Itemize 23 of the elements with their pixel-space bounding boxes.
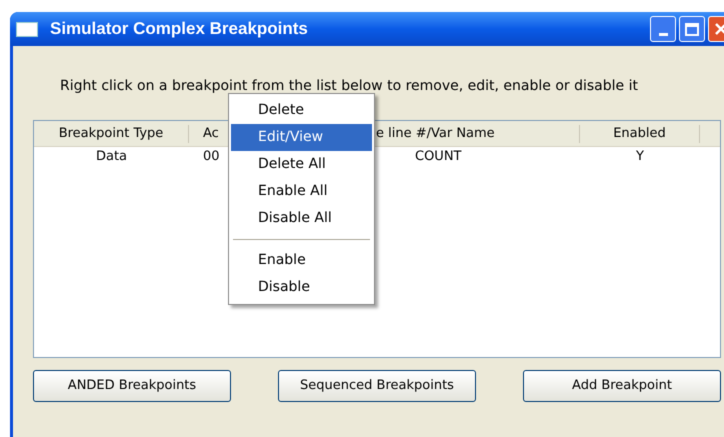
column-header[interactable]: Enabled bbox=[613, 126, 666, 140]
menu-item[interactable]: Enable All bbox=[231, 178, 372, 205]
maximize-button[interactable] bbox=[679, 16, 705, 42]
column-header[interactable]: Ac bbox=[203, 126, 219, 140]
dialog-button[interactable]: ANDED Breakpoints bbox=[33, 370, 231, 402]
column-header[interactable]: Breakpoint Type bbox=[58, 126, 164, 140]
table-cell: 00 bbox=[203, 149, 220, 164]
window-title: Simulator Complex Breakpoints bbox=[50, 18, 308, 40]
close-icon bbox=[714, 22, 724, 36]
table-cell: COUNT bbox=[415, 149, 462, 164]
menu-item[interactable]: Disable All bbox=[231, 205, 372, 232]
menu-item[interactable]: Delete All bbox=[231, 151, 372, 178]
menu-item[interactable]: Enable bbox=[231, 247, 372, 274]
instruction-text: Right click on a breakpoint from the list below to remove, edit, enable or disable it bbox=[59, 77, 639, 96]
table-cell: Y bbox=[636, 149, 644, 164]
table-cell: Data bbox=[96, 149, 128, 164]
window-icon bbox=[16, 22, 38, 36]
minimize-button[interactable] bbox=[650, 16, 676, 42]
column-header[interactable]: e line #/Var Name bbox=[376, 126, 495, 140]
dialog-button[interactable]: Sequenced Breakpoints bbox=[278, 370, 476, 402]
dialog-button[interactable]: Add Breakpoint bbox=[523, 370, 721, 402]
menu-item[interactable]: Edit/View bbox=[231, 124, 372, 151]
menu-item[interactable]: Disable bbox=[231, 274, 372, 301]
